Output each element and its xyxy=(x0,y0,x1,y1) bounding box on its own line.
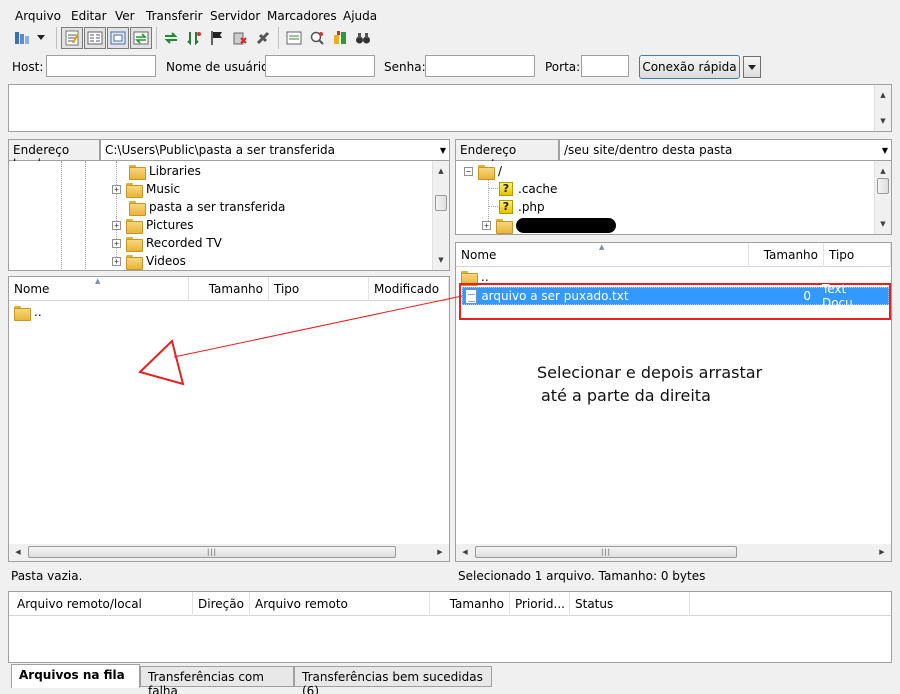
tab-failed-transfers[interactable]: Transferências com falha xyxy=(140,666,294,694)
transfer-queue[interactable]: Arquivo remoto/local Direção Arquivo rem… xyxy=(8,591,892,663)
queue-tabs: Arquivos na fila Transferências com falh… xyxy=(0,663,900,694)
queue-col-size[interactable]: Tamanho xyxy=(430,592,510,616)
arrow-head-icon xyxy=(138,339,185,386)
tab-successful-transfers[interactable]: Transferências bem sucedidas (6) xyxy=(294,666,492,694)
annotation-drag-arrow xyxy=(138,295,463,386)
queue-header: Arquivo remoto/local Direção Arquivo rem… xyxy=(9,592,891,616)
queue-col-status[interactable]: Status xyxy=(570,592,690,616)
queue-col-local-remote[interactable]: Arquivo remoto/local xyxy=(9,592,193,616)
queue-col-direction[interactable]: Direção xyxy=(193,592,250,616)
tab-queued-files[interactable]: Arquivos na fila xyxy=(11,664,140,688)
queue-col-remote-file[interactable]: Arquivo remoto xyxy=(250,592,430,616)
queue-col-priority[interactable]: Priorid... xyxy=(510,592,570,616)
